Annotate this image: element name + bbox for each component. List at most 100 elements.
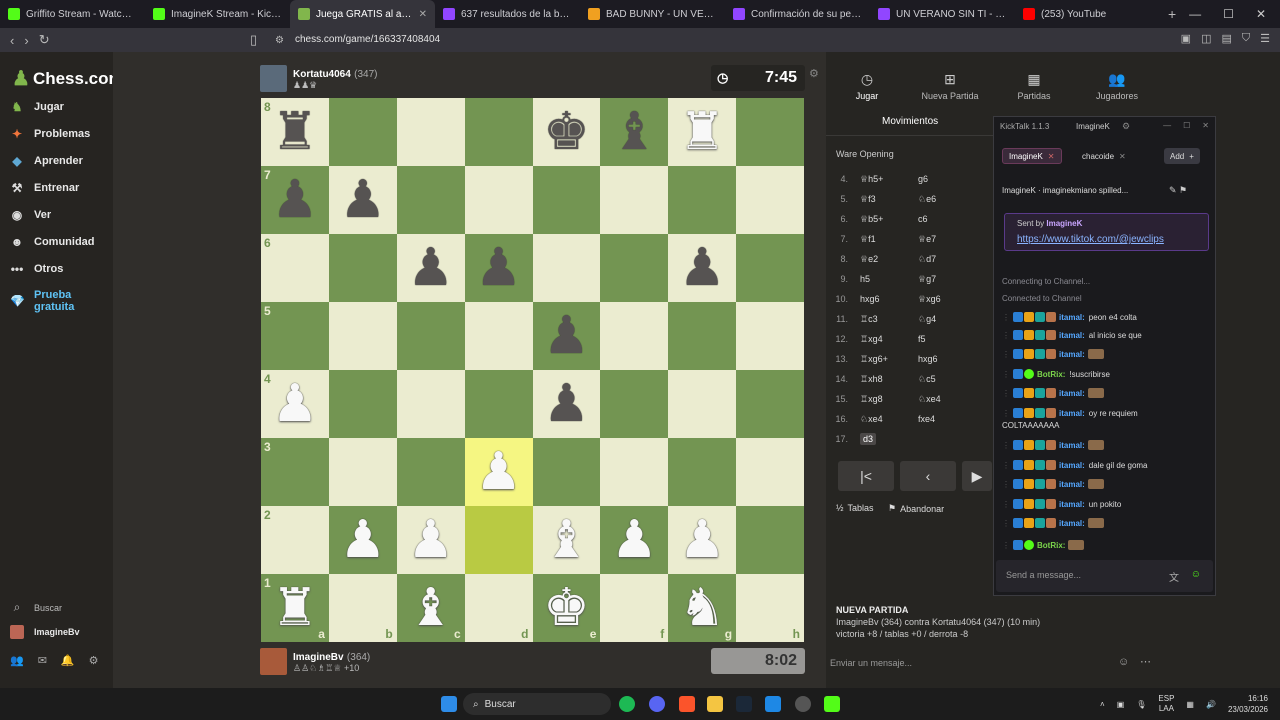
- piece-bK[interactable]: ♚: [543, 106, 590, 158]
- piece-bP[interactable]: ♟: [543, 310, 590, 362]
- square-a5[interactable]: 5: [261, 302, 329, 370]
- piece-bR[interactable]: ♜: [272, 106, 319, 158]
- lang-code[interactable]: ESP: [1158, 694, 1174, 703]
- chesscom-logo[interactable]: ♟ Chess.com: [12, 66, 124, 91]
- square-a3[interactable]: 3: [261, 438, 329, 506]
- chat-message[interactable]: ⋮ itamal:: [1002, 518, 1104, 528]
- message-actions-icon[interactable]: ⋮: [1002, 441, 1010, 450]
- black-move[interactable]: ♘e6: [918, 194, 978, 205]
- message-actions-icon[interactable]: ⋮: [1002, 541, 1010, 550]
- pinned-link[interactable]: https://www.tiktok.com/@jewclips: [1017, 234, 1164, 245]
- white-move[interactable]: ♖c3: [860, 314, 918, 325]
- browser-tab[interactable]: Juega GRATIS al ajedre ✕: [290, 0, 435, 28]
- emote-icon[interactable]: ☺: [1191, 569, 1201, 580]
- chat-username[interactable]: itamal:: [1059, 313, 1085, 322]
- browser-tab[interactable]: (253) YouTube: [1015, 0, 1160, 28]
- square-d2[interactable]: [464, 506, 533, 574]
- square-e1[interactable]: e ♚: [532, 574, 601, 642]
- taskbar-search[interactable]: ⌕ Buscar: [463, 693, 611, 715]
- chevron-up-icon[interactable]: ˄: [1100, 700, 1105, 709]
- close-icon[interactable]: ✕: [1256, 7, 1266, 21]
- chat-username[interactable]: itamal:: [1059, 519, 1085, 528]
- chat-username[interactable]: itamal:: [1059, 461, 1085, 470]
- chat-username[interactable]: itamal:: [1059, 500, 1085, 509]
- network-icon[interactable]: ▦: [1186, 700, 1194, 709]
- piece-bP[interactable]: ♟: [340, 174, 387, 226]
- friends-icon[interactable]: 👥: [10, 654, 24, 667]
- reload-icon[interactable]: ↻: [39, 32, 50, 48]
- chat-message[interactable]: ⋮ itamal: peon e4 colta: [1002, 312, 1137, 322]
- menu-icon[interactable]: ☰: [1260, 32, 1270, 45]
- discord-icon[interactable]: [649, 696, 665, 712]
- white-move[interactable]: ♕e2: [860, 254, 918, 265]
- square-g6[interactable]: ♟: [668, 234, 737, 302]
- square-d6[interactable]: ♟: [464, 234, 533, 302]
- forward-icon[interactable]: ›: [24, 33, 28, 48]
- square-h1[interactable]: h: [736, 574, 804, 642]
- chat-input[interactable]: Enviar un mensaje...: [830, 658, 912, 668]
- emoji-icon[interactable]: ☺: [1118, 656, 1129, 668]
- chat-message[interactable]: ⋮ itamal: dale gil de goma: [1002, 460, 1148, 470]
- sidebar-user[interactable]: ImagineBv: [10, 625, 80, 639]
- square-f5[interactable]: [600, 302, 669, 370]
- square-h5[interactable]: [736, 302, 804, 370]
- message-actions-icon[interactable]: ⋮: [1002, 409, 1010, 418]
- white-move[interactable]: h5: [860, 274, 918, 284]
- sidebar-item-entrenar[interactable]: ⚒ Entrenar: [10, 181, 80, 195]
- extensions-icon[interactable]: ▣: [1181, 32, 1191, 45]
- square-g8[interactable]: ♜: [668, 98, 737, 166]
- first-move-button[interactable]: |<: [838, 461, 894, 491]
- square-h2[interactable]: [736, 506, 804, 574]
- kt-close-icon[interactable]: ✕: [1202, 121, 1209, 130]
- square-d1[interactable]: d: [464, 574, 533, 642]
- chip-imaginek[interactable]: ImagineK ✕: [1002, 148, 1062, 164]
- add-channel-button[interactable]: Add +: [1164, 148, 1200, 164]
- opening-name[interactable]: Ware Opening: [836, 149, 894, 159]
- browser-tab[interactable]: BAD BUNNY - UN VERANO: [580, 0, 725, 28]
- square-f1[interactable]: f: [600, 574, 669, 642]
- chat-message[interactable]: COLTAAAAAAA: [1002, 421, 1060, 430]
- piece-wK[interactable]: ♚: [543, 582, 590, 634]
- black-move[interactable]: c6: [918, 214, 978, 224]
- message-actions-icon[interactable]: ⋮: [1002, 331, 1010, 340]
- more-icon[interactable]: ⋯: [1140, 655, 1151, 668]
- chat-message[interactable]: Connected to Channel: [1002, 294, 1082, 303]
- settings-icon[interactable]: ⚙: [89, 654, 99, 667]
- message-actions-icon[interactable]: ⋮: [1002, 370, 1010, 379]
- bottom-player-name[interactable]: ImagineBv: [293, 652, 344, 663]
- piece-wB[interactable]: ♝: [407, 582, 454, 634]
- square-c7[interactable]: [396, 166, 465, 234]
- white-move[interactable]: hxg6: [860, 294, 918, 304]
- kick-icon[interactable]: [824, 696, 840, 712]
- chat-username[interactable]: BotRix:: [1037, 541, 1065, 550]
- square-a2[interactable]: 2: [261, 506, 329, 574]
- piece-wP[interactable]: ♟: [272, 378, 319, 430]
- chat-username[interactable]: BotRix:: [1037, 370, 1065, 379]
- square-e6[interactable]: [532, 234, 601, 302]
- piece-wP[interactable]: ♟: [611, 514, 658, 566]
- white-move[interactable]: ♕f3: [860, 194, 918, 205]
- chat-message[interactable]: Connecting to Channel...: [1002, 277, 1090, 286]
- square-h3[interactable]: [736, 438, 804, 506]
- message-actions-icon[interactable]: ⋮: [1002, 519, 1010, 528]
- piece-bP[interactable]: ♟: [543, 378, 590, 430]
- new-tab-icon[interactable]: +: [1160, 6, 1184, 22]
- message-actions-icon[interactable]: ⋮: [1002, 389, 1010, 398]
- square-f2[interactable]: ♟: [600, 506, 669, 574]
- chat-message[interactable]: ⋮ BotRix: !suscribirse: [1002, 369, 1110, 379]
- square-e5[interactable]: ♟: [532, 302, 601, 370]
- square-f7[interactable]: [600, 166, 669, 234]
- square-e3[interactable]: [532, 438, 601, 506]
- prev-move-button[interactable]: ‹: [900, 461, 956, 491]
- black-move[interactable]: ♘d7: [918, 254, 978, 265]
- minimize-icon[interactable]: —: [1189, 7, 1201, 21]
- black-move[interactable]: hxg6: [918, 354, 978, 364]
- black-move[interactable]: f5: [918, 334, 978, 344]
- browser-tab[interactable]: UN VERANO SIN TI - BAD: [870, 0, 1015, 28]
- chat-username[interactable]: itamal:: [1059, 350, 1085, 359]
- message-actions-icon[interactable]: ⋮: [1002, 313, 1010, 322]
- chat-message[interactable]: ⋮ itamal:: [1002, 479, 1104, 489]
- next-move-button[interactable]: ▶: [962, 461, 992, 491]
- tab-jugadores[interactable]: 👥 Jugadores: [1082, 71, 1152, 101]
- white-move[interactable]: ♘xe4: [860, 414, 918, 425]
